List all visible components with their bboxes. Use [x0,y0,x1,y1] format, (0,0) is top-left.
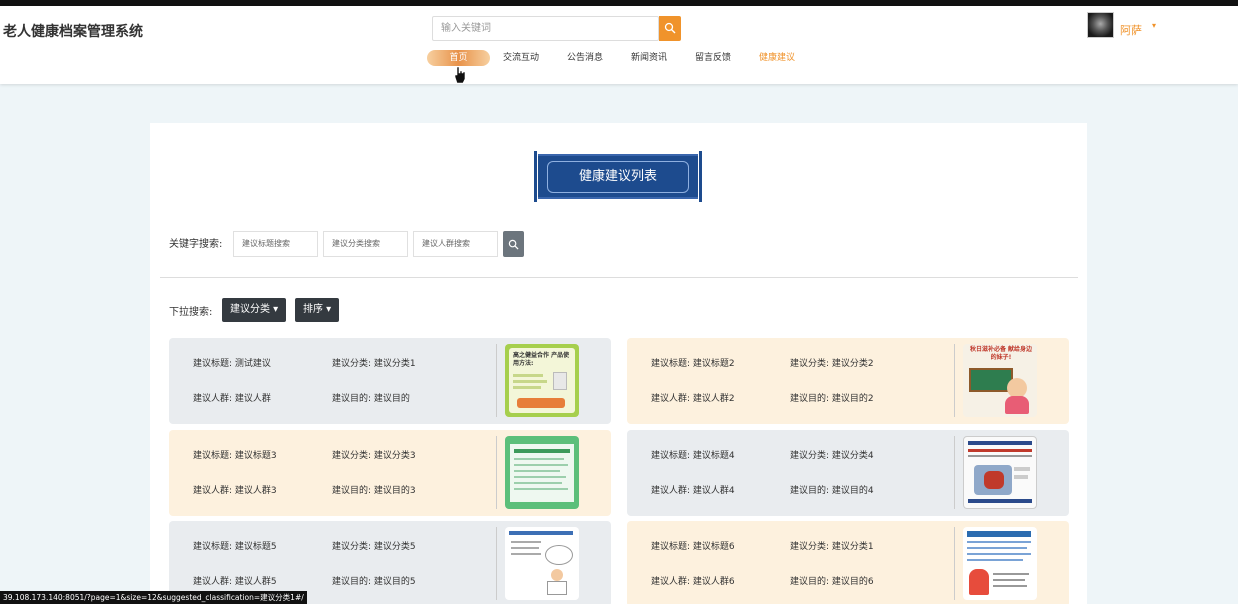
keyword-search-label: 关键字搜索: [169,239,223,250]
advice-card[interactable]: 建议标题: 建议标题2 建议分类: 建议分类2 建议人群: 建议人群2 建议目的… [627,338,1069,424]
divider [160,277,1078,278]
card-thumbnail[interactable] [963,436,1037,509]
advice-card[interactable]: 建议标题: 建议标题3 建议分类: 建议分类3 建议人群: 建议人群3 建议目的… [169,430,611,516]
card-category: 建议分类: 建议分类3 [332,451,416,461]
card-separator [954,436,955,509]
card-separator [496,436,497,509]
banner-rod-right [699,151,702,202]
search-icon [508,239,519,250]
avatar[interactable] [1087,12,1114,38]
nav-home[interactable]: 首页 [427,50,490,66]
banner-rod-left [534,151,537,202]
nav-news[interactable]: 新闻资讯 [631,50,667,66]
card-group: 建议人群: 建议人群2 [651,394,735,404]
nav-feedback[interactable]: 留言反馈 [695,50,731,66]
card-thumbnail[interactable] [505,527,579,600]
username[interactable]: 阿萨 [1120,22,1142,38]
page-title: 健康建议列表 [547,161,689,193]
title-search-input[interactable]: 建议标题搜索 [233,231,318,257]
search-icon [664,22,676,34]
sort-dropdown-button[interactable]: 排序 ▾ [295,298,340,322]
advice-card[interactable]: 建议标题: 建议标题4 建议分类: 建议分类4 建议人群: 建议人群4 建议目的… [627,430,1069,516]
card-title: 建议标题: 建议标题3 [193,451,277,461]
nav-interaction[interactable]: 交流互动 [503,50,539,66]
status-bar-url: 39.108.173.140:8051/?page=1&size=12&sugg… [0,591,307,604]
card-title: 建议标题: 建议标题6 [651,542,735,552]
card-purpose: 建议目的: 建议目的 [332,394,410,404]
card-group: 建议人群: 建议人群3 [193,486,277,496]
card-group: 建议人群: 建议人群4 [651,486,735,496]
category-dropdown-button[interactable]: 建议分类 ▾ [222,298,287,322]
advice-card[interactable]: 建议标题: 测试建议 建议分类: 建议分类1 建议人群: 建议人群 建议目的: … [169,338,611,424]
card-purpose: 建议目的: 建议目的6 [790,577,874,587]
cursor-hand-icon [454,66,466,84]
card-group: 建议人群: 建议人群6 [651,577,735,587]
group-search-input[interactable]: 建议人群搜索 [413,231,498,257]
card-category: 建议分类: 建议分类1 [332,359,416,369]
caret-down-icon[interactable]: ▾ [1152,21,1156,30]
card-thumbnail[interactable] [505,436,579,509]
card-category: 建议分类: 建议分类5 [332,542,416,552]
card-separator [954,344,955,417]
card-thumbnail[interactable] [963,527,1037,600]
card-thumbnail[interactable]: 秋日滋补必备 献给身边的妹子! [963,344,1037,417]
category-search-input[interactable]: 建议分类搜索 [323,231,408,257]
card-purpose: 建议目的: 建议目的2 [790,394,874,404]
advice-card[interactable]: 建议标题: 建议标题6 建议分类: 建议分类1 建议人群: 建议人群6 建议目的… [627,521,1069,604]
card-category: 建议分类: 建议分类2 [790,359,874,369]
thumbnail-text: 秋日滋补必备 献给身边的妹子! [969,346,1033,361]
nav-health-advice[interactable]: 健康建议 [759,50,795,66]
card-title: 建议标题: 建议标题5 [193,542,277,552]
thumbnail-text: 高之健益合作 产品使用方法: [513,352,570,367]
card-category: 建议分类: 建议分类1 [790,542,874,552]
card-group: 建议人群: 建议人群5 [193,577,277,587]
card-group: 建议人群: 建议人群 [193,394,271,404]
card-title: 建议标题: 建议标题4 [651,451,735,461]
dropdown-search-label: 下拉搜索: [169,307,213,318]
nav-announcements[interactable]: 公告消息 [567,50,603,66]
card-separator [954,527,955,600]
search-input[interactable]: 输入关键词 [432,16,659,41]
card-title: 建议标题: 测试建议 [193,359,271,369]
search-button[interactable] [659,16,681,41]
card-separator [496,344,497,417]
card-separator [496,527,497,600]
card-thumbnail[interactable]: 高之健益合作 产品使用方法: [505,344,579,417]
card-purpose: 建议目的: 建议目的5 [332,577,416,587]
page-banner: 健康建议列表 [534,151,702,202]
site-title: 老人健康档案管理系统 [3,24,143,40]
card-purpose: 建议目的: 建议目的4 [790,486,874,496]
header: 老人健康档案管理系统 输入关键词 阿萨 ▾ [0,6,1238,84]
banner-scroll: 健康建议列表 [538,154,698,199]
keyword-search-button[interactable] [503,231,524,257]
card-title: 建议标题: 建议标题2 [651,359,735,369]
card-category: 建议分类: 建议分类4 [790,451,874,461]
card-purpose: 建议目的: 建议目的3 [332,486,416,496]
